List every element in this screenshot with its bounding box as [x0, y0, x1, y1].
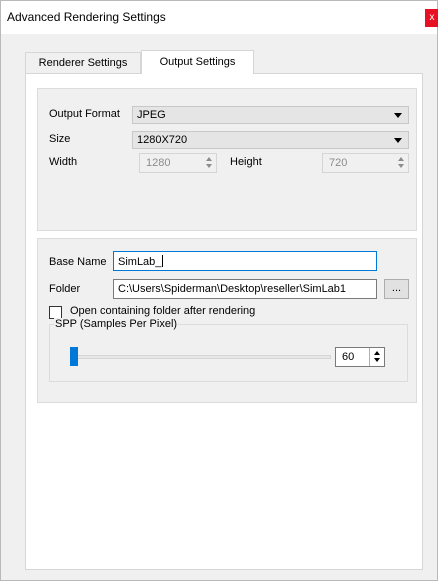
base-name-text: SimLab_ — [118, 256, 162, 268]
output-format-label: Output Format — [49, 108, 120, 120]
spp-slider-thumb[interactable] — [70, 347, 78, 366]
spp-spinbox[interactable]: 60 — [335, 347, 385, 367]
advanced-rendering-settings-dialog: Advanced Rendering Settings x Renderer S… — [0, 0, 438, 581]
folder-label: Folder — [49, 283, 81, 295]
spp-slider-track[interactable] — [71, 355, 331, 359]
spp-stepper[interactable] — [369, 348, 384, 366]
output-format-group: Output Format JPEG Size 1280X720 Width 1… — [37, 88, 417, 231]
output-naming-group: Base Name SimLab_ Folder C:\Users\Spider… — [37, 238, 417, 403]
browse-folder-button[interactable]: ... — [384, 279, 409, 299]
title-bar[interactable]: Advanced Rendering Settings x — [1, 1, 438, 34]
close-icon[interactable]: x — [425, 9, 438, 27]
folder-input[interactable]: C:\Users\Spiderman\Desktop\reseller\SimL… — [113, 279, 377, 299]
spin-down-icon — [398, 164, 404, 168]
text-caret — [162, 255, 164, 267]
chevron-down-icon — [394, 138, 402, 143]
size-label: Size — [49, 133, 71, 145]
height-spinbox[interactable]: 720 — [322, 153, 409, 173]
spin-down-icon — [374, 358, 380, 362]
base-name-value: SimLab_ — [118, 255, 164, 268]
size-select[interactable]: 1280X720 — [132, 131, 409, 149]
spin-up-icon — [398, 157, 404, 161]
spin-down-icon — [206, 164, 212, 168]
spin-up-icon — [374, 351, 380, 355]
width-spinbox[interactable]: 1280 — [139, 153, 217, 173]
output-settings-panel: Output Format JPEG Size 1280X720 Width 1… — [25, 73, 423, 570]
window-title: Advanced Rendering Settings — [7, 10, 166, 24]
base-name-label: Base Name — [49, 256, 107, 268]
spp-value: 60 — [342, 351, 355, 363]
output-format-select[interactable]: JPEG — [132, 106, 409, 124]
height-stepper[interactable] — [394, 154, 408, 172]
open-folder-label[interactable]: Open containing folder after rendering — [70, 305, 255, 317]
tab-renderer-settings[interactable]: Renderer Settings — [25, 52, 141, 73]
spin-up-icon — [206, 157, 212, 161]
width-value: 1280 — [146, 157, 171, 169]
height-value: 720 — [329, 157, 348, 169]
output-format-value: JPEG — [137, 109, 166, 121]
chevron-down-icon — [394, 113, 402, 118]
base-name-input[interactable]: SimLab_ — [113, 251, 377, 271]
width-label: Width — [49, 156, 78, 168]
tab-output-settings[interactable]: Output Settings — [141, 50, 254, 74]
spp-group: SPP (Samples Per Pixel) 60 — [49, 318, 408, 382]
folder-value: C:\Users\Spiderman\Desktop\reseller\SimL… — [118, 283, 347, 295]
height-label: Height — [230, 156, 262, 168]
size-value: 1280X720 — [137, 134, 188, 146]
spp-group-label: SPP (Samples Per Pixel) — [54, 318, 179, 330]
width-stepper[interactable] — [202, 154, 216, 172]
